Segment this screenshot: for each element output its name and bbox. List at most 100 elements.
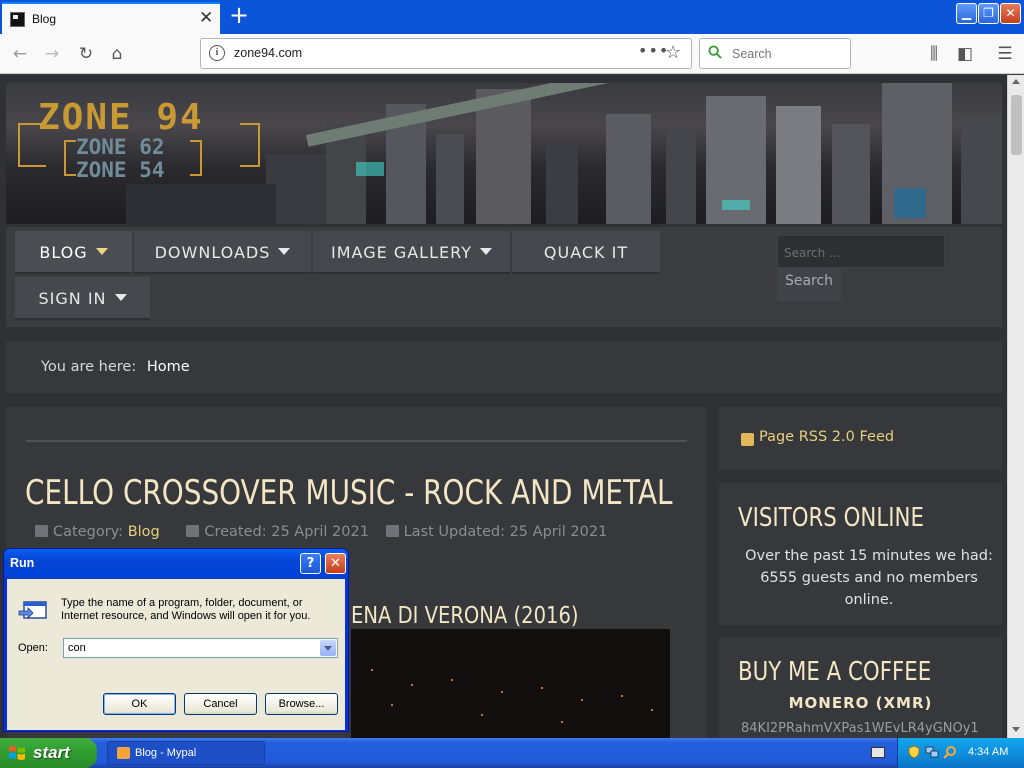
rss-feed-link[interactable]: Page RSS 2.0 Feed bbox=[759, 429, 894, 445]
dialog-close-button[interactable]: ✕ bbox=[325, 553, 346, 574]
updated-date: Last Updated: 25 April 2021 bbox=[403, 524, 608, 540]
taskbar-item-blog[interactable]: Blog - Mypal bbox=[107, 741, 265, 765]
calendar-icon bbox=[385, 525, 399, 537]
nav-image-gallery-label: IMAGE GALLERY bbox=[331, 243, 472, 262]
nav-blog[interactable]: BLOG bbox=[15, 231, 132, 274]
chevron-down-icon bbox=[114, 294, 127, 301]
scroll-thumb[interactable] bbox=[1011, 95, 1022, 155]
breadcrumb-home[interactable]: Home bbox=[147, 359, 190, 375]
network-icon[interactable] bbox=[925, 745, 939, 759]
chevron-down-icon bbox=[95, 248, 108, 255]
open-label: Open: bbox=[18, 642, 48, 654]
cancel-button[interactable]: Cancel bbox=[184, 693, 257, 715]
divider bbox=[26, 440, 687, 442]
site-logo[interactable]: ZONE 94 ZONE 62 ZONE 54 bbox=[18, 93, 268, 183]
page-scrollbar[interactable] bbox=[1007, 75, 1024, 738]
taskbar: start Blog - Mypal 4:34 AM bbox=[0, 738, 1024, 768]
keyboard-icon[interactable] bbox=[871, 747, 885, 758]
run-dialog-titlebar[interactable]: Run ? ✕ bbox=[4, 549, 348, 579]
start-button[interactable]: start bbox=[0, 738, 97, 768]
rss-icon bbox=[741, 433, 754, 446]
browser-icon bbox=[117, 747, 130, 759]
open-combobox[interactable]: con bbox=[63, 638, 338, 658]
video-thumbnail[interactable] bbox=[351, 629, 670, 738]
chevron-down-icon bbox=[479, 248, 492, 255]
search-placeholder: Search bbox=[732, 47, 772, 61]
menu-icon[interactable]: ☰ bbox=[993, 42, 1017, 66]
new-tab-button[interactable]: + bbox=[229, 2, 249, 28]
home-icon[interactable]: ⌂ bbox=[105, 42, 129, 66]
url-bar[interactable]: i zone94.com ••• ☆ bbox=[200, 38, 692, 69]
chevron-down-icon[interactable] bbox=[320, 640, 336, 656]
browse-button[interactable]: Browse... bbox=[265, 693, 338, 715]
taskbar-item-label: Blog - Mypal bbox=[135, 747, 197, 759]
nav-quack-it[interactable]: QUACK IT bbox=[512, 231, 660, 274]
logo-sub-text-2: ZONE 54 bbox=[76, 158, 165, 182]
article-meta: Category: Blog Created: 25 April 2021 La… bbox=[35, 524, 607, 540]
coffee-subtitle: MONERO (XMR) bbox=[788, 694, 933, 712]
nav-blog-label: BLOG bbox=[39, 243, 88, 262]
forward-icon[interactable]: → bbox=[40, 42, 64, 66]
nav-sign-in[interactable]: SIGN IN bbox=[15, 277, 150, 320]
coffee-title: BUY ME A COFFEE bbox=[738, 657, 932, 687]
sidebar-icon[interactable]: ◧ bbox=[953, 42, 977, 66]
visitors-text: Over the past 15 minutes we had: 6555 gu… bbox=[745, 548, 993, 608]
minimize-button[interactable]: ▁ bbox=[956, 3, 977, 24]
open-value: con bbox=[68, 642, 86, 654]
browser-search-input[interactable]: Search bbox=[699, 38, 851, 69]
window-close-button[interactable]: ✕ bbox=[1000, 3, 1021, 24]
scroll-up-icon[interactable] bbox=[1012, 79, 1020, 84]
rss-box: Page RSS 2.0 Feed bbox=[719, 407, 1002, 470]
site-search-button[interactable]: Search bbox=[777, 268, 841, 301]
system-tray: 4:34 AM bbox=[897, 738, 1024, 768]
site-search-input[interactable]: Search ... bbox=[777, 235, 945, 268]
restore-button[interactable]: ❐ bbox=[978, 3, 999, 24]
library-icon[interactable]: ⫼ bbox=[922, 42, 946, 66]
run-icon bbox=[18, 601, 47, 619]
category-label: Category: bbox=[53, 524, 124, 540]
site-info-icon[interactable]: i bbox=[209, 45, 225, 61]
nav-downloads[interactable]: DOWNLOADS bbox=[134, 231, 311, 274]
run-description: Type the name of a program, folder, docu… bbox=[61, 597, 311, 622]
tab-close-icon[interactable]: ✕ bbox=[199, 8, 213, 28]
nav-image-gallery[interactable]: IMAGE GALLERY bbox=[313, 231, 510, 274]
search-icon[interactable] bbox=[943, 745, 957, 759]
breadcrumb: You are here: Home bbox=[6, 341, 1002, 393]
windows-flag-icon bbox=[9, 746, 25, 760]
created-date: Created: 25 April 2021 bbox=[204, 524, 369, 540]
shield-icon[interactable] bbox=[907, 745, 921, 759]
run-dialog-title: Run bbox=[10, 556, 35, 570]
nav-downloads-label: DOWNLOADS bbox=[154, 243, 271, 262]
main-nav: BLOG DOWNLOADS IMAGE GALLERY QUACK IT SI… bbox=[6, 227, 1002, 327]
calendar-icon bbox=[186, 525, 200, 537]
tab-strip: Blog ✕ + ▁ ❐ ✕ bbox=[0, 0, 1024, 34]
coffee-box: BUY ME A COFFEE MONERO (XMR) 84KI2PRahmV… bbox=[719, 637, 1002, 738]
reload-icon[interactable]: ↻ bbox=[74, 42, 98, 66]
category-link[interactable]: Blog bbox=[128, 524, 160, 540]
back-icon[interactable]: ← bbox=[8, 42, 32, 66]
ok-button[interactable]: OK bbox=[103, 693, 176, 715]
run-dialog: Run ? ✕ Type the name of a program, fold… bbox=[3, 548, 349, 732]
logo-main-text: ZONE 94 bbox=[38, 97, 204, 138]
visitors-title: VISITORS ONLINE bbox=[738, 503, 924, 533]
folder-icon bbox=[35, 525, 48, 537]
chevron-down-icon bbox=[278, 248, 291, 255]
logo-sub-text-1: ZONE 62 bbox=[76, 135, 165, 159]
scroll-down-icon[interactable] bbox=[1012, 727, 1020, 732]
start-label: start bbox=[33, 743, 70, 762]
nav-toolbar: ← → ↻ ⌂ i zone94.com ••• ☆ Search ⫼ ◧ ☰ bbox=[0, 34, 1024, 74]
help-button[interactable]: ? bbox=[300, 553, 321, 574]
site-favicon-icon bbox=[10, 12, 25, 27]
search-icon bbox=[708, 45, 722, 59]
breadcrumb-prefix: You are here: bbox=[41, 359, 137, 375]
article-title[interactable]: CELLO CROSSOVER MUSIC - ROCK AND METAL bbox=[25, 473, 672, 513]
bookmark-star-icon[interactable]: ☆ bbox=[665, 42, 681, 63]
clock[interactable]: 4:34 AM bbox=[968, 746, 1008, 758]
coffee-address: 84KI2PRahmVXPas1WEvLR4yGNOy1 bbox=[741, 721, 979, 736]
article-subheading: ENA DI VERONA (2016) bbox=[351, 603, 579, 629]
nav-sign-in-label: SIGN IN bbox=[38, 289, 107, 308]
tab-title: Blog bbox=[32, 12, 57, 26]
site-banner: ZONE 94 ZONE 62 ZONE 54 bbox=[6, 83, 1002, 224]
tab-blog[interactable]: Blog ✕ bbox=[2, 2, 220, 34]
run-dialog-body: Type the name of a program, folder, docu… bbox=[7, 579, 345, 730]
